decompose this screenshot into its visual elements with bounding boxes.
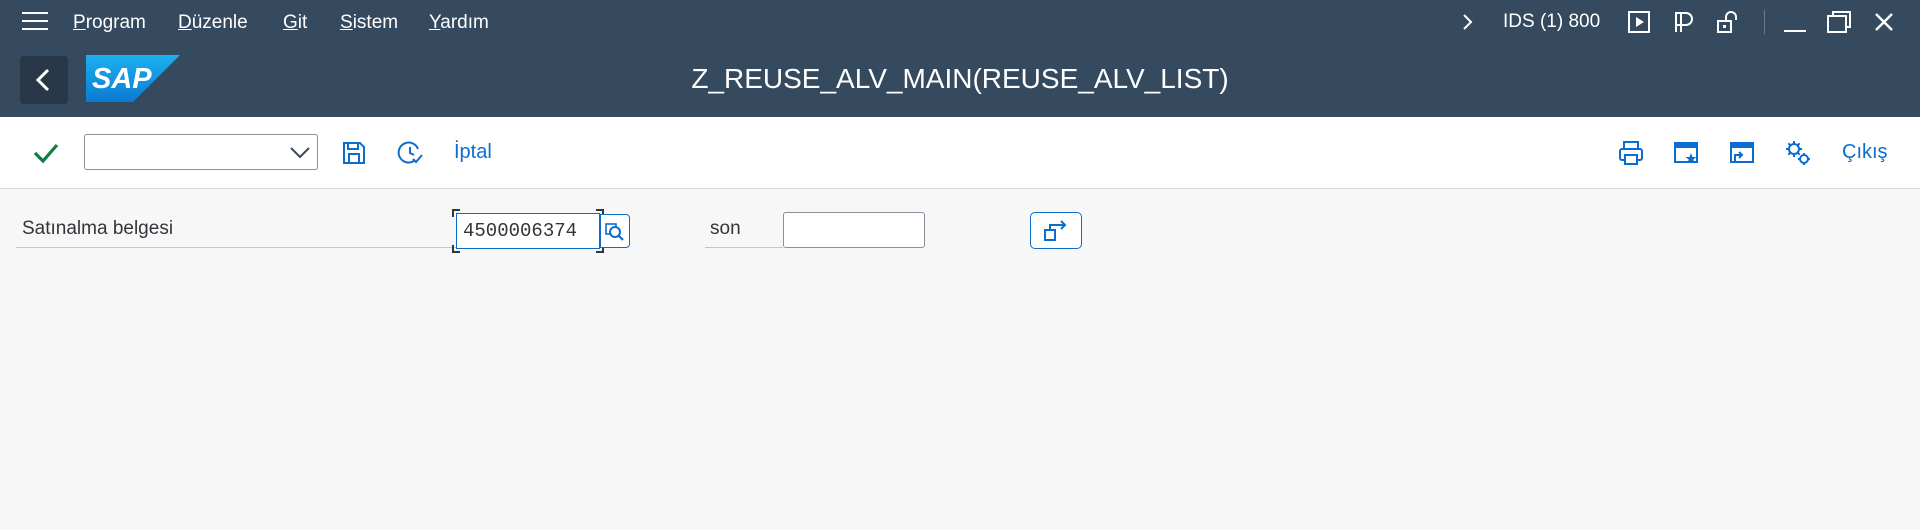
menu-program[interactable]: Program <box>73 12 146 34</box>
menu-duzenle[interactable]: Düzenle <box>178 12 248 34</box>
play-icon[interactable] <box>1625 8 1653 36</box>
close-icon[interactable] <box>1870 8 1898 36</box>
check-icon[interactable] <box>32 139 60 167</box>
to-label: son <box>710 218 741 239</box>
multiple-selection-icon <box>1044 220 1067 241</box>
settings-icon[interactable] <box>1784 139 1812 167</box>
print-icon[interactable] <box>1617 139 1645 167</box>
minimize-icon[interactable] <box>1781 8 1809 36</box>
layout-icon[interactable] <box>1670 8 1698 36</box>
command-field[interactable] <box>84 134 318 170</box>
system-info[interactable]: IDS (1) 800 <box>1503 11 1600 33</box>
search-help-icon <box>605 223 624 241</box>
title-bar: SAP Z_REUSE_ALV_MAIN(REUSE_ALV_LIST) <box>0 44 1920 117</box>
divider <box>1764 10 1765 34</box>
label-underline <box>16 247 456 248</box>
chevron-down-icon[interactable] <box>289 144 311 162</box>
hamburger-menu-icon[interactable] <box>22 12 48 32</box>
purchasing-document-to-input[interactable] <box>783 212 925 248</box>
value-help-button[interactable] <box>600 214 630 248</box>
menu-git[interactable]: Git <box>283 12 307 34</box>
field-label-purchasing-document: Satınalma belgesi <box>22 218 174 239</box>
purchasing-document-from-input[interactable]: 4500006374 <box>456 213 600 249</box>
toolbar: İptal Çıkış <box>0 117 1920 189</box>
menu-bar: Program Düzenle Git Sistem Yardım IDS (1… <box>0 0 1920 44</box>
new-window-icon[interactable] <box>1672 139 1700 167</box>
cancel-button[interactable]: İptal <box>454 141 492 164</box>
history-icon[interactable] <box>396 139 424 167</box>
focus-corner <box>452 245 460 253</box>
maximize-icon[interactable] <box>1825 8 1853 36</box>
multiple-selection-button[interactable] <box>1030 212 1082 249</box>
chevron-right-icon[interactable] <box>1453 8 1481 36</box>
menu-yardim[interactable]: Yardım <box>429 12 489 34</box>
exit-button[interactable]: Çıkış <box>1842 141 1888 164</box>
page-title: Z_REUSE_ALV_MAIN(REUSE_ALV_LIST) <box>691 63 1229 94</box>
label-underline <box>705 247 783 248</box>
focus-corner <box>452 209 460 217</box>
save-icon[interactable] <box>340 139 368 167</box>
menu-sistem[interactable]: Sistem <box>340 12 398 34</box>
unlock-icon[interactable] <box>1713 8 1741 36</box>
window-redirect-icon[interactable] <box>1728 139 1756 167</box>
